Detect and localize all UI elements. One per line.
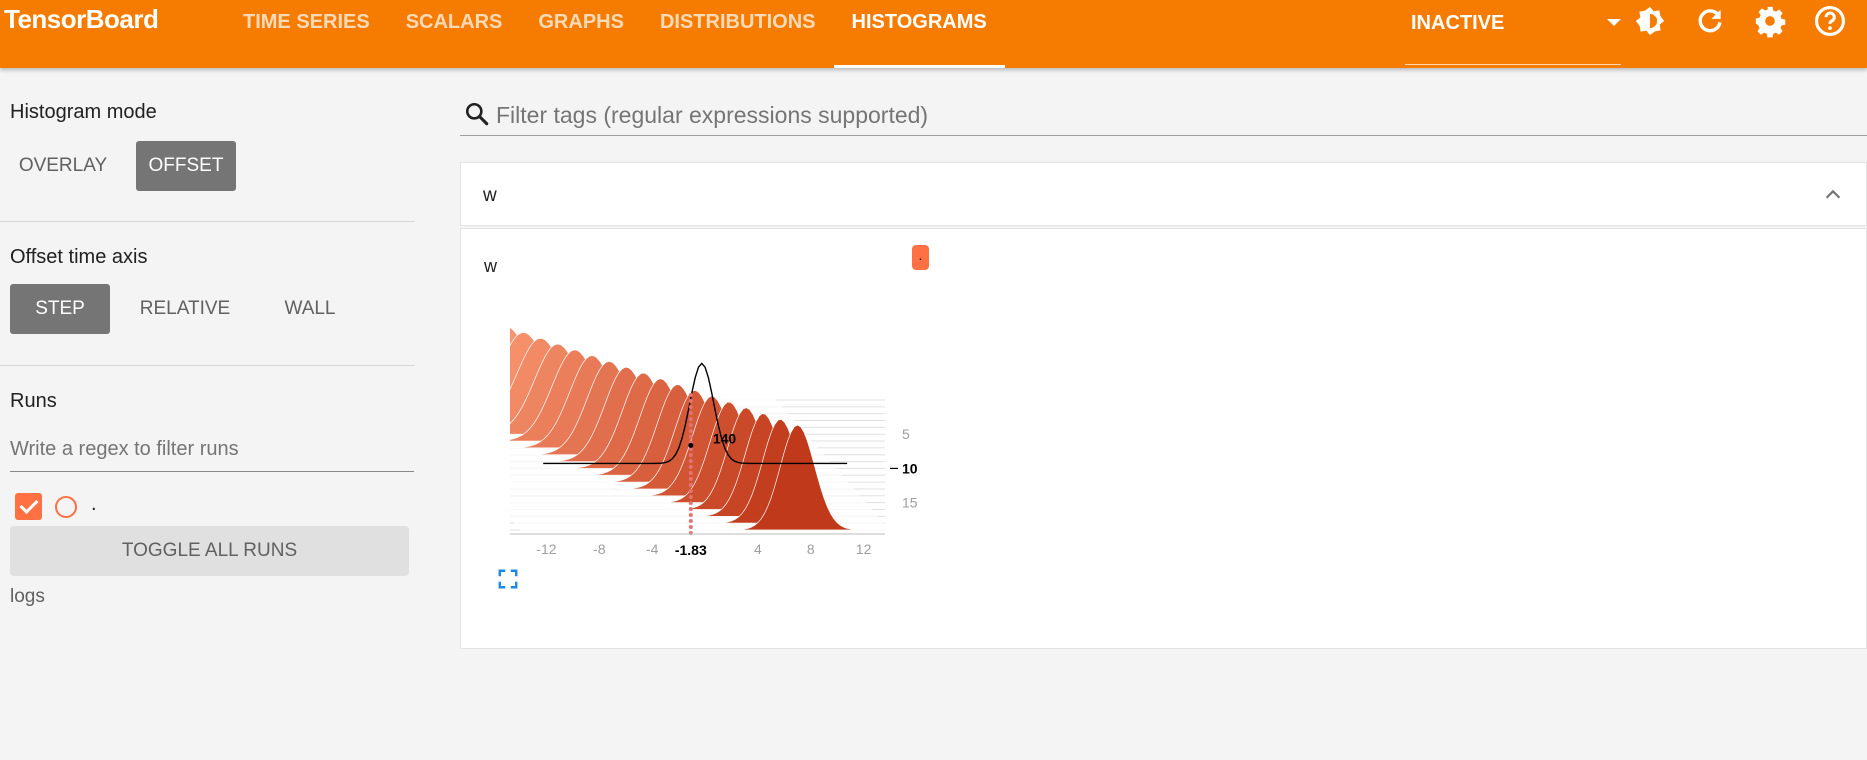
chevron-down-icon <box>1607 19 1621 26</box>
run-filter-input[interactable]: Write a regex to filter runs <box>10 432 414 472</box>
relative-button[interactable]: RELATIVE <box>128 284 242 334</box>
toggle-all-runs-button[interactable]: TOGGLE ALL RUNS <box>10 526 409 576</box>
hover-marker-dot <box>688 405 693 409</box>
chart-title: w <box>484 256 497 276</box>
tag-filter-placeholder: Filter tags (regular expressions support… <box>496 102 929 128</box>
refresh-icon[interactable] <box>1693 4 1727 38</box>
histogram-chart[interactable]: 140 -12 -8 -4 4 8 12 -1.83 5 10 15 <box>510 300 930 565</box>
theme-icon[interactable] <box>1633 4 1667 38</box>
tag-group-header[interactable]: w <box>460 162 1867 226</box>
hover-marker-dot <box>688 501 693 505</box>
x-tick-label: -12 <box>536 541 556 557</box>
hover-marker-dot <box>688 483 693 487</box>
hover-marker-dot <box>688 423 693 427</box>
time-axis-title: Offset time axis <box>10 246 148 268</box>
tab-histograms[interactable]: HISTOGRAMS <box>833 0 1005 68</box>
sidebar: Histogram mode OVERLAY OFFSET Offset tim… <box>0 68 415 760</box>
run-color-picker[interactable] <box>55 496 77 518</box>
divider <box>0 221 415 222</box>
hover-marker-dot <box>688 453 693 457</box>
wall-button[interactable]: WALL <box>262 284 358 334</box>
hover-marker-dot <box>688 429 693 433</box>
run-checkbox[interactable] <box>15 493 42 520</box>
hover-marker-dot <box>688 399 693 403</box>
dashboard-tabs: TIME SERIES SCALARS GRAPHS DISTRIBUTIONS… <box>225 0 1005 68</box>
tag-group-name: w <box>483 185 497 206</box>
tab-scalars[interactable]: SCALARS <box>388 0 521 68</box>
hover-marker-dot <box>688 435 693 439</box>
step-button[interactable]: STEP <box>10 284 110 334</box>
hover-marker-dot <box>688 459 693 463</box>
hover-marker-dot <box>688 495 693 499</box>
hover-marker-dot <box>688 393 693 397</box>
top-app-bar: TensorBoard TIME SERIES SCALARS GRAPHS D… <box>0 0 1867 68</box>
hover-marker-dot <box>688 519 693 523</box>
tab-graphs[interactable]: GRAPHS <box>520 0 642 68</box>
fullscreen-icon[interactable] <box>497 568 519 590</box>
x-tick-label: -4 <box>646 541 659 557</box>
logdir-label: logs <box>10 586 45 607</box>
run-chip: . <box>912 245 929 270</box>
run-name: . <box>91 493 97 515</box>
settings-icon[interactable] <box>1753 4 1787 38</box>
hover-marker-dot <box>688 507 693 511</box>
inactive-dashboards-label: INACTIVE <box>1411 12 1505 34</box>
y-tick-label: 10 <box>902 460 918 476</box>
tab-time-series[interactable]: TIME SERIES <box>225 0 388 68</box>
histogram-mode-title: Histogram mode <box>10 101 157 123</box>
hover-count-label: 140 <box>713 430 737 446</box>
runs-title: Runs <box>10 390 57 412</box>
y-tick-label: 5 <box>902 426 910 442</box>
tag-filter-input[interactable]: Filter tags (regular expressions support… <box>460 93 1867 136</box>
hover-marker-dot <box>688 411 693 415</box>
x-tick-label: -8 <box>593 541 606 557</box>
search-icon <box>465 102 489 126</box>
x-tick-label: 8 <box>807 541 815 557</box>
divider <box>0 365 415 366</box>
overlay-button[interactable]: OVERLAY <box>8 141 118 191</box>
hover-marker-dot <box>688 465 693 469</box>
inactive-dashboards-select[interactable]: INACTIVE <box>1405 0 1621 65</box>
hover-marker-dot <box>688 489 693 493</box>
hover-marker-dot <box>688 513 693 517</box>
x-tick-label: 4 <box>754 541 762 557</box>
hover-marker-dot <box>688 471 693 475</box>
hover-marker-dot <box>688 477 693 481</box>
hover-point <box>688 442 694 448</box>
hover-marker-dot <box>688 417 693 421</box>
y-tick-label: 15 <box>902 495 918 511</box>
offset-button[interactable]: OFFSET <box>136 141 236 191</box>
chevron-up-icon[interactable] <box>1822 184 1844 206</box>
help-icon[interactable] <box>1813 4 1847 38</box>
x-hover-label: -1.83 <box>675 542 707 558</box>
tab-distributions[interactable]: DISTRIBUTIONS <box>642 0 834 68</box>
x-tick-label: 12 <box>856 541 872 557</box>
hover-marker-dot <box>688 525 693 529</box>
app-title: TensorBoard <box>4 4 159 34</box>
